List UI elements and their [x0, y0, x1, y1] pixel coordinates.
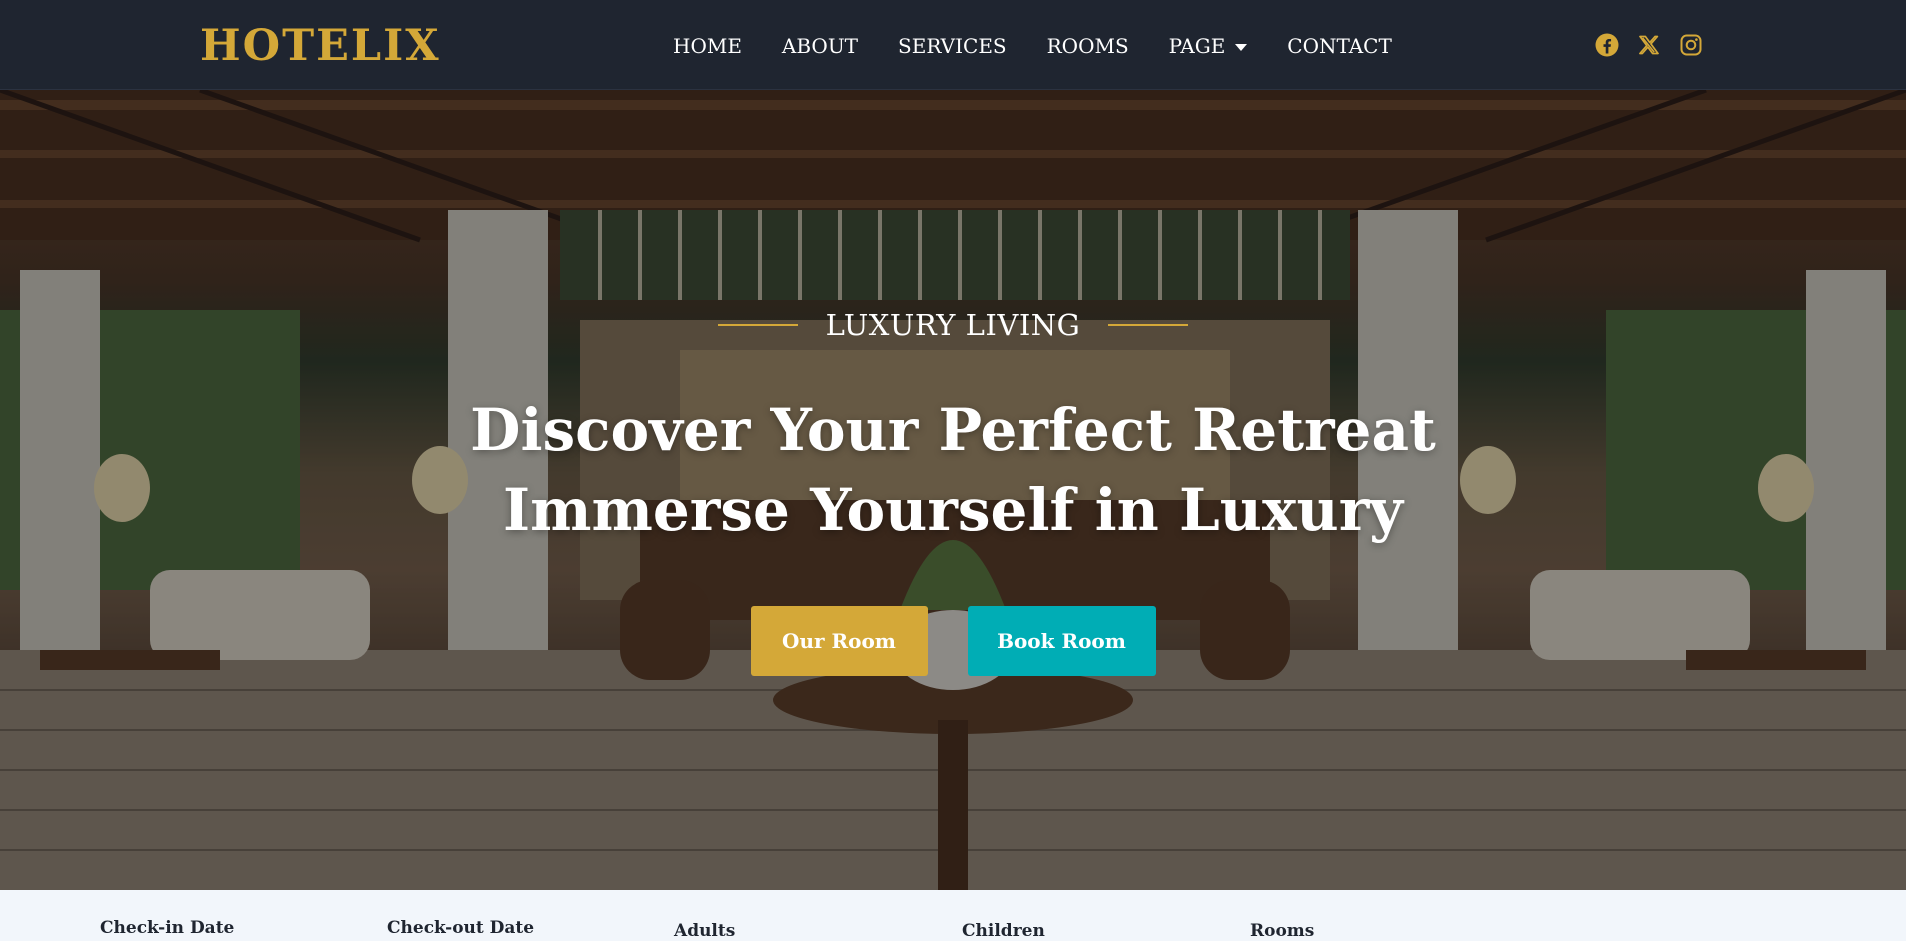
site-header: HOTELIX HOME ABOUT SERVICES ROOMS PAGE C… — [0, 0, 1906, 90]
our-room-button[interactable]: Our Room — [750, 606, 928, 676]
nav-item-label: ROOMS — [1046, 34, 1129, 58]
hero-eyebrow: LUXURY LIVING — [0, 308, 1906, 342]
nav-item-services[interactable]: SERVICES — [898, 34, 1007, 58]
hero-section: LUXURY LIVING Discover Your Perfect Retr… — [0, 90, 1906, 890]
nav-item-label: HOME — [673, 34, 742, 58]
book-room-button[interactable]: Book Room — [967, 606, 1156, 676]
nav-item-label: PAGE — [1168, 34, 1226, 58]
eyebrow-divider-left — [717, 324, 798, 326]
adults-label: Adults — [674, 921, 736, 941]
hero-headline-line-1: Discover Your Perfect Retreat — [470, 396, 1436, 464]
rooms-label: Rooms — [1250, 921, 1315, 941]
nav-item-page-dropdown[interactable]: PAGE — [1169, 34, 1248, 58]
social-links — [1594, 32, 1704, 58]
instagram-icon[interactable] — [1678, 32, 1704, 58]
nav-item-label: SERVICES — [898, 34, 1007, 58]
main-nav: HOME ABOUT SERVICES ROOMS PAGE CONTACT — [673, 26, 1392, 66]
hero-headline-line-2: Immerse Yourself in Luxury — [503, 476, 1403, 544]
booking-form: Check-in Date Check-out Date Adults Chil… — [0, 890, 1906, 941]
check-in-label: Check-in Date — [100, 918, 235, 938]
children-label: Children — [962, 921, 1045, 941]
check-out-label: Check-out Date — [387, 918, 535, 938]
hero-buttons: Our Room Book Room — [0, 606, 1906, 676]
nav-item-label: CONTACT — [1287, 34, 1392, 58]
site-logo[interactable]: HOTELIX — [200, 20, 441, 72]
x-twitter-icon[interactable] — [1636, 32, 1662, 58]
nav-item-rooms[interactable]: ROOMS — [1047, 34, 1129, 58]
facebook-icon[interactable] — [1594, 32, 1620, 58]
hero-content: LUXURY LIVING Discover Your Perfect Retr… — [0, 90, 1906, 890]
nav-item-about[interactable]: ABOUT — [782, 34, 858, 58]
eyebrow-divider-right — [1108, 324, 1189, 326]
hero-headline: Discover Your Perfect Retreat Immerse Yo… — [0, 390, 1906, 550]
nav-item-contact[interactable]: CONTACT — [1287, 34, 1392, 58]
nav-item-label: ABOUT — [781, 34, 859, 58]
nav-item-home[interactable]: HOME — [673, 34, 742, 58]
caret-down-icon — [1235, 43, 1248, 51]
hero-eyebrow-text: LUXURY LIVING — [825, 308, 1081, 342]
